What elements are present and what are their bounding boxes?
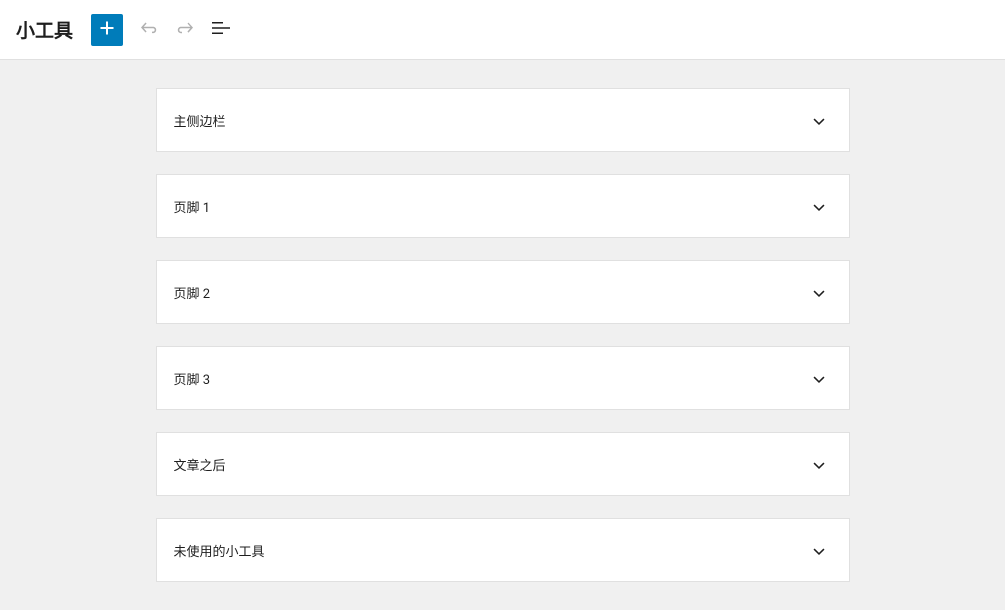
chevron-down-icon bbox=[807, 538, 831, 562]
widget-area-footer-3[interactable]: 页脚 3 bbox=[156, 346, 850, 410]
chevron-down-icon bbox=[807, 280, 831, 304]
widget-area-label: 主侧边栏 bbox=[174, 111, 226, 130]
list-view-icon bbox=[209, 16, 233, 43]
list-view-button[interactable] bbox=[203, 12, 239, 48]
widget-area-inactive-widgets[interactable]: 未使用的小工具 bbox=[156, 518, 850, 582]
widget-area-footer-1[interactable]: 页脚 1 bbox=[156, 174, 850, 238]
add-block-button[interactable] bbox=[91, 14, 123, 46]
redo-button[interactable] bbox=[167, 12, 203, 48]
chevron-down-icon bbox=[807, 194, 831, 218]
page-title: 小工具 bbox=[16, 16, 73, 43]
plus-icon bbox=[95, 16, 119, 43]
undo-button[interactable] bbox=[131, 12, 167, 48]
widget-area-after-post[interactable]: 文章之后 bbox=[156, 432, 850, 496]
chevron-down-icon bbox=[807, 108, 831, 132]
toolbar: 小工具 bbox=[0, 0, 1005, 60]
widget-area-label: 未使用的小工具 bbox=[174, 541, 265, 560]
widget-area-main-sidebar[interactable]: 主侧边栏 bbox=[156, 88, 850, 152]
widget-areas-list: 主侧边栏 页脚 1 页脚 2 页脚 3 文章之后 bbox=[0, 60, 1005, 610]
widget-area-label: 页脚 2 bbox=[174, 283, 211, 302]
undo-icon bbox=[137, 16, 161, 43]
widget-area-label: 页脚 1 bbox=[174, 197, 211, 216]
chevron-down-icon bbox=[807, 366, 831, 390]
widget-area-label: 页脚 3 bbox=[174, 369, 211, 388]
widget-area-label: 文章之后 bbox=[174, 455, 226, 474]
widget-area-footer-2[interactable]: 页脚 2 bbox=[156, 260, 850, 324]
redo-icon bbox=[173, 16, 197, 43]
chevron-down-icon bbox=[807, 452, 831, 476]
